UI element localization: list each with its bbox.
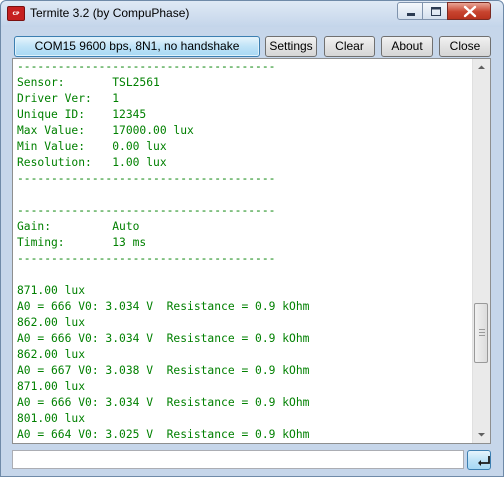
terminal-line: 862.00 lux [17, 316, 86, 329]
terminal-line: 801.00 lux [17, 412, 86, 425]
app-icon[interactable]: ᴄᴘ [7, 6, 25, 21]
toolbar: COM15 9600 bps, 8N1, no handshake Settin… [1, 27, 503, 57]
scroll-up-button[interactable] [473, 59, 490, 76]
terminal-line: A0 = 667 V0: 3.038 V Resistance = 0.9 kO… [17, 364, 310, 377]
arrow-up-icon [478, 65, 485, 69]
terminal-output[interactable]: -------------------------------------- Se… [12, 58, 491, 444]
terminal-line: -------------------------------------- [17, 204, 276, 217]
about-button[interactable]: About [381, 36, 433, 57]
grip-line [479, 332, 485, 333]
close-icon [463, 5, 477, 18]
enter-icon [478, 456, 490, 466]
settings-button[interactable]: Settings [265, 36, 317, 57]
window-title: Termite 3.2 (by CompuPhase) [30, 6, 190, 20]
terminal-line: Unique ID: 12345 [17, 108, 147, 121]
terminal-lines: -------------------------------------- Se… [17, 59, 467, 443]
scroll-down-button[interactable] [473, 426, 490, 443]
send-button[interactable] [467, 450, 491, 470]
input-row [1, 448, 503, 472]
scroll-thumb[interactable] [474, 303, 488, 363]
terminal-line: 871.00 lux [17, 380, 86, 393]
close-window-button[interactable] [447, 2, 491, 20]
terminal-line: -------------------------------------- [17, 60, 276, 73]
maximize-button[interactable] [422, 2, 448, 20]
terminal-line: Min Value: 0.00 lux [17, 140, 167, 153]
terminal-line: A0 = 666 V0: 3.034 V Resistance = 0.9 kO… [17, 396, 310, 409]
terminal-line: A0 = 666 V0: 3.034 V Resistance = 0.9 kO… [17, 332, 310, 345]
close-button[interactable]: Close [439, 36, 491, 57]
terminal-line: A0 = 666 V0: 3.034 V Resistance = 0.9 kO… [17, 300, 310, 313]
terminal-line: 862.00 lux [17, 348, 86, 361]
termite-window: ᴄᴘ Termite 3.2 (by CompuPhase) COM15 960… [0, 0, 504, 477]
terminal-line: Timing: 13 ms [17, 236, 147, 249]
terminal-line: 871.00 lux [17, 284, 86, 297]
maximize-icon [431, 7, 441, 16]
minimize-icon [407, 13, 415, 16]
title-bar[interactable]: ᴄᴘ Termite 3.2 (by CompuPhase) [1, 1, 503, 27]
arrow-down-icon [478, 433, 485, 437]
clear-button[interactable]: Clear [324, 36, 375, 57]
vertical-scrollbar[interactable] [472, 59, 490, 443]
terminal-line: Gain: Auto [17, 220, 140, 233]
terminal-line: Max Value: 17000.00 lux [17, 124, 194, 137]
terminal-line: Sensor: TSL2561 [17, 76, 160, 89]
terminal-line: A0 = 664 V0: 3.025 V Resistance = 0.9 kO… [17, 428, 310, 441]
grip-line [479, 335, 485, 336]
grip-line [479, 329, 485, 330]
minimize-button[interactable] [397, 2, 423, 20]
terminal-line: -------------------------------------- [17, 172, 276, 185]
port-status-button[interactable]: COM15 9600 bps, 8N1, no handshake [14, 36, 260, 57]
terminal-line: Driver Ver: 1 [17, 92, 120, 105]
terminal-line: Resolution: 1.00 lux [17, 156, 167, 169]
terminal-line: -------------------------------------- [17, 252, 276, 265]
send-input[interactable] [12, 450, 464, 469]
